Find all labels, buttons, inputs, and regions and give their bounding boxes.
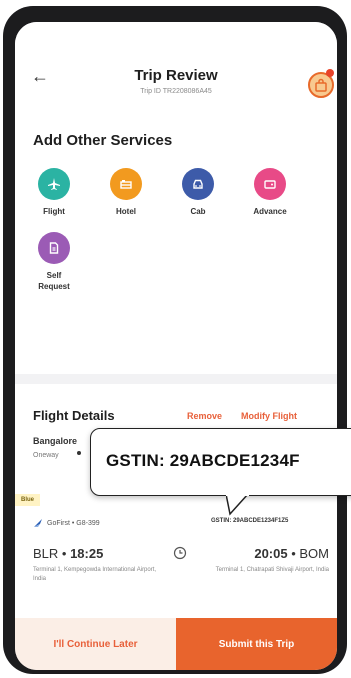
tooltip-pointer — [226, 494, 250, 516]
arrival-code: BOM — [299, 546, 329, 561]
app-screen: ← Trip Review Trip ID TR2208086A45 Add O… — [15, 22, 337, 670]
submit-trip-button[interactable]: Submit this Trip — [176, 618, 337, 670]
service-label: Advance — [253, 207, 287, 216]
trip-type: Oneway — [33, 452, 59, 459]
separator-dot — [77, 451, 81, 455]
trip-id: Trip ID TR2208086A45 — [140, 88, 212, 95]
airline-name: GoFirst • G8-399 — [47, 519, 100, 527]
wallet-icon — [254, 168, 286, 200]
document-icon — [38, 232, 70, 264]
airline-info: GoFirst • G8-399 — [33, 518, 100, 528]
gstin-label[interactable]: GSTIN: 29ABCDE1234F1Z5 — [211, 518, 288, 524]
flight-details-section: Flight Details Remove Modify Flight Bang… — [15, 384, 337, 624]
notification-dot — [326, 69, 334, 77]
continue-later-button[interactable]: I'll Continue Later — [15, 618, 176, 670]
clock-icon — [173, 546, 187, 560]
service-label: Flight — [43, 207, 65, 216]
fare-tag: Blue — [15, 494, 41, 506]
hotel-icon — [110, 168, 142, 200]
service-flight[interactable]: Flight — [19, 168, 89, 217]
departure-terminal: Terminal 1, Kempegowda International Air… — [33, 567, 157, 582]
departure-code: BLR — [33, 546, 59, 561]
flight-details-title: Flight Details — [33, 408, 115, 423]
remove-link[interactable]: Remove — [187, 411, 222, 421]
modify-flight-link[interactable]: Modify Flight — [241, 411, 297, 421]
header: ← Trip Review Trip ID TR2208086A45 — [15, 22, 337, 118]
airline-logo-icon — [34, 519, 42, 527]
page-title: Trip Review — [134, 67, 218, 84]
arrival-terminal: Terminal 1, Chatrapati Shivaji Airport, … — [215, 567, 329, 573]
bag-icon — [315, 78, 327, 92]
route-label: Bangalore — [33, 436, 78, 446]
service-hotel[interactable]: Hotel — [91, 168, 161, 217]
plane-icon — [38, 168, 70, 200]
service-cab[interactable]: Cab — [163, 168, 233, 217]
service-advance[interactable]: Advance — [235, 168, 305, 217]
car-icon — [182, 168, 214, 200]
service-self-request[interactable]: Self Request — [19, 232, 89, 292]
departure: BLR • 18:25 — [33, 546, 104, 561]
tooltip-text: GSTIN: 29ABCDE1234F — [106, 451, 300, 470]
services-title: Add Other Services — [33, 132, 173, 149]
arrival-time: 20:05 — [254, 546, 288, 561]
services-section: Add Other Services Flight Hotel Cab Adva… — [15, 118, 337, 374]
service-label: Hotel — [116, 207, 136, 216]
service-label: Cab — [190, 207, 206, 216]
phone-frame: ← Trip Review Trip ID TR2208086A45 Add O… — [3, 6, 347, 674]
gstin-tooltip: GSTIN: 29ABCDE1234F — [90, 428, 351, 496]
service-label: Self Request — [38, 271, 70, 291]
bottom-action-bar: I'll Continue Later Submit this Trip — [15, 618, 337, 670]
arrival: 20:05 • BOM — [254, 546, 329, 561]
departure-time: 18:25 — [70, 546, 104, 561]
